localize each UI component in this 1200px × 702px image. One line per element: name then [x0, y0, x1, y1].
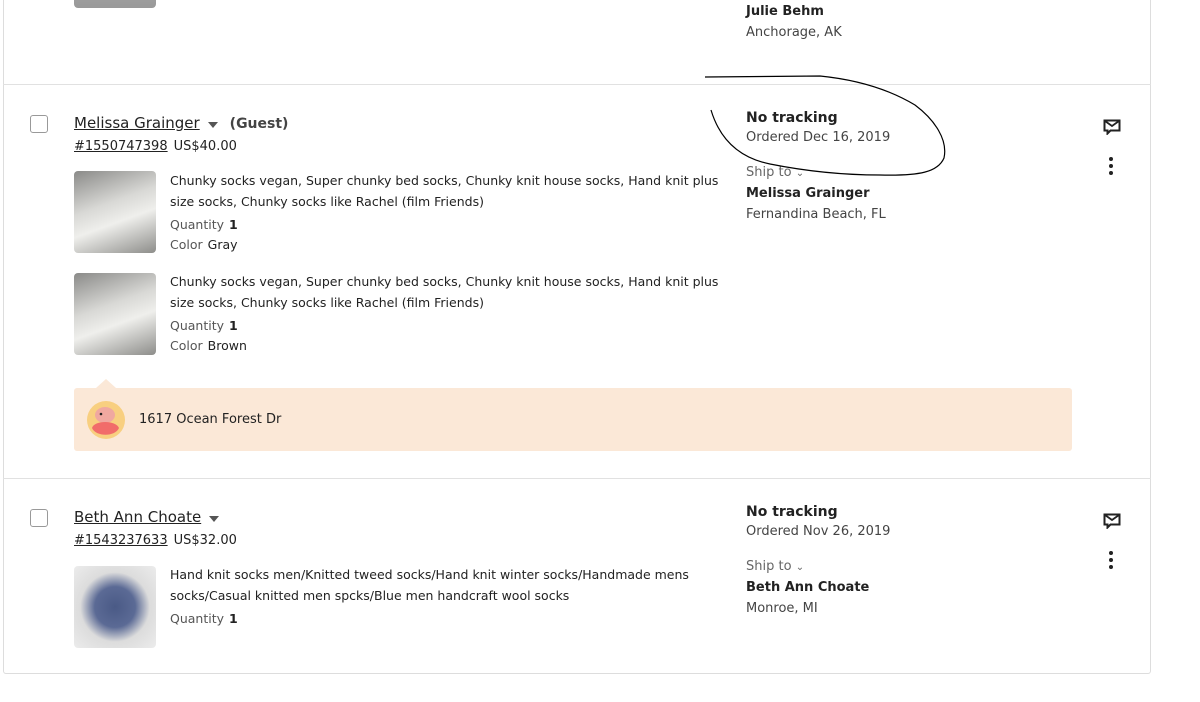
- ship-name: Beth Ann Choate: [746, 580, 870, 595]
- order-checkbox[interactable]: [30, 509, 48, 527]
- order-item: Hand knit socks men/Knitted tweed socks/…: [170, 565, 730, 627]
- item-title[interactable]: Chunky socks vegan, Super chunky bed soc…: [170, 272, 730, 313]
- guest-label: (Guest): [229, 116, 289, 132]
- divider: [3, 84, 1151, 85]
- quantity-value: 1: [229, 318, 238, 333]
- order-number-link[interactable]: #1543237633: [74, 533, 168, 548]
- order-checkbox[interactable]: [30, 115, 48, 133]
- note-text: 1617 Ocean Forest Dr: [139, 412, 282, 427]
- order-item: Chunky socks vegan, Super chunky bed soc…: [170, 171, 730, 253]
- ship-name: Melissa Grainger: [746, 186, 870, 201]
- order-item: Chunky socks vegan, Super chunky bed soc…: [170, 272, 730, 354]
- caret-down-icon[interactable]: [209, 515, 220, 522]
- order-number-link[interactable]: #1550747398: [74, 139, 168, 154]
- ship-to-label: Ship to: [746, 559, 792, 574]
- quantity-value: 1: [229, 611, 238, 626]
- color-label: Color: [170, 338, 203, 353]
- caret-down-icon[interactable]: [207, 121, 218, 128]
- order-date: Ordered Nov 26, 2019: [746, 524, 891, 539]
- ship-to-label: Ship to: [746, 165, 792, 180]
- divider: [3, 478, 1151, 479]
- color-value: Brown: [207, 338, 247, 353]
- quantity-label: Quantity: [170, 611, 225, 626]
- ship-name: Julie Behm: [746, 4, 824, 19]
- ship-city: Anchorage, AK: [746, 25, 842, 40]
- ship-city: Fernandina Beach, FL: [746, 207, 886, 222]
- color-value: Gray: [207, 237, 238, 252]
- order-total: US$32.00: [173, 533, 237, 548]
- ship-to-toggle[interactable]: Ship to ⌄: [746, 559, 804, 574]
- product-thumbnail[interactable]: [74, 0, 156, 8]
- product-thumbnail[interactable]: [74, 566, 156, 648]
- item-title[interactable]: Chunky socks vegan, Super chunky bed soc…: [170, 171, 730, 212]
- order-date: Ordered Dec 16, 2019: [746, 130, 891, 145]
- color-label: Color: [170, 237, 203, 252]
- order-header: Melissa Grainger (Guest): [74, 114, 288, 132]
- chevron-down-icon: ⌄: [795, 168, 805, 179]
- ship-to-toggle[interactable]: Ship to ⌄: [746, 165, 804, 180]
- chevron-down-icon: ⌄: [795, 562, 805, 573]
- ship-city: Monroe, MI: [746, 601, 818, 616]
- message-icon[interactable]: [1103, 119, 1121, 135]
- quantity-value: 1: [229, 217, 238, 232]
- buyer-name-link[interactable]: Melissa Grainger: [74, 114, 200, 132]
- quantity-label: Quantity: [170, 217, 225, 232]
- tracking-status: No tracking: [746, 110, 838, 126]
- product-thumbnail[interactable]: [74, 171, 156, 253]
- quantity-label: Quantity: [170, 318, 225, 333]
- more-vertical-icon[interactable]: [1109, 157, 1113, 178]
- item-title[interactable]: Hand knit socks men/Knitted tweed socks/…: [170, 565, 730, 606]
- buyer-note: 1617 Ocean Forest Dr: [74, 379, 1072, 451]
- avatar-icon: [87, 401, 125, 439]
- message-icon[interactable]: [1103, 513, 1121, 529]
- order-total: US$40.00: [173, 139, 237, 154]
- order-header: Beth Ann Choate: [74, 508, 220, 526]
- tracking-status: No tracking: [746, 504, 838, 520]
- buyer-name-link[interactable]: Beth Ann Choate: [74, 508, 201, 526]
- more-vertical-icon[interactable]: [1109, 551, 1113, 572]
- product-thumbnail[interactable]: [74, 273, 156, 355]
